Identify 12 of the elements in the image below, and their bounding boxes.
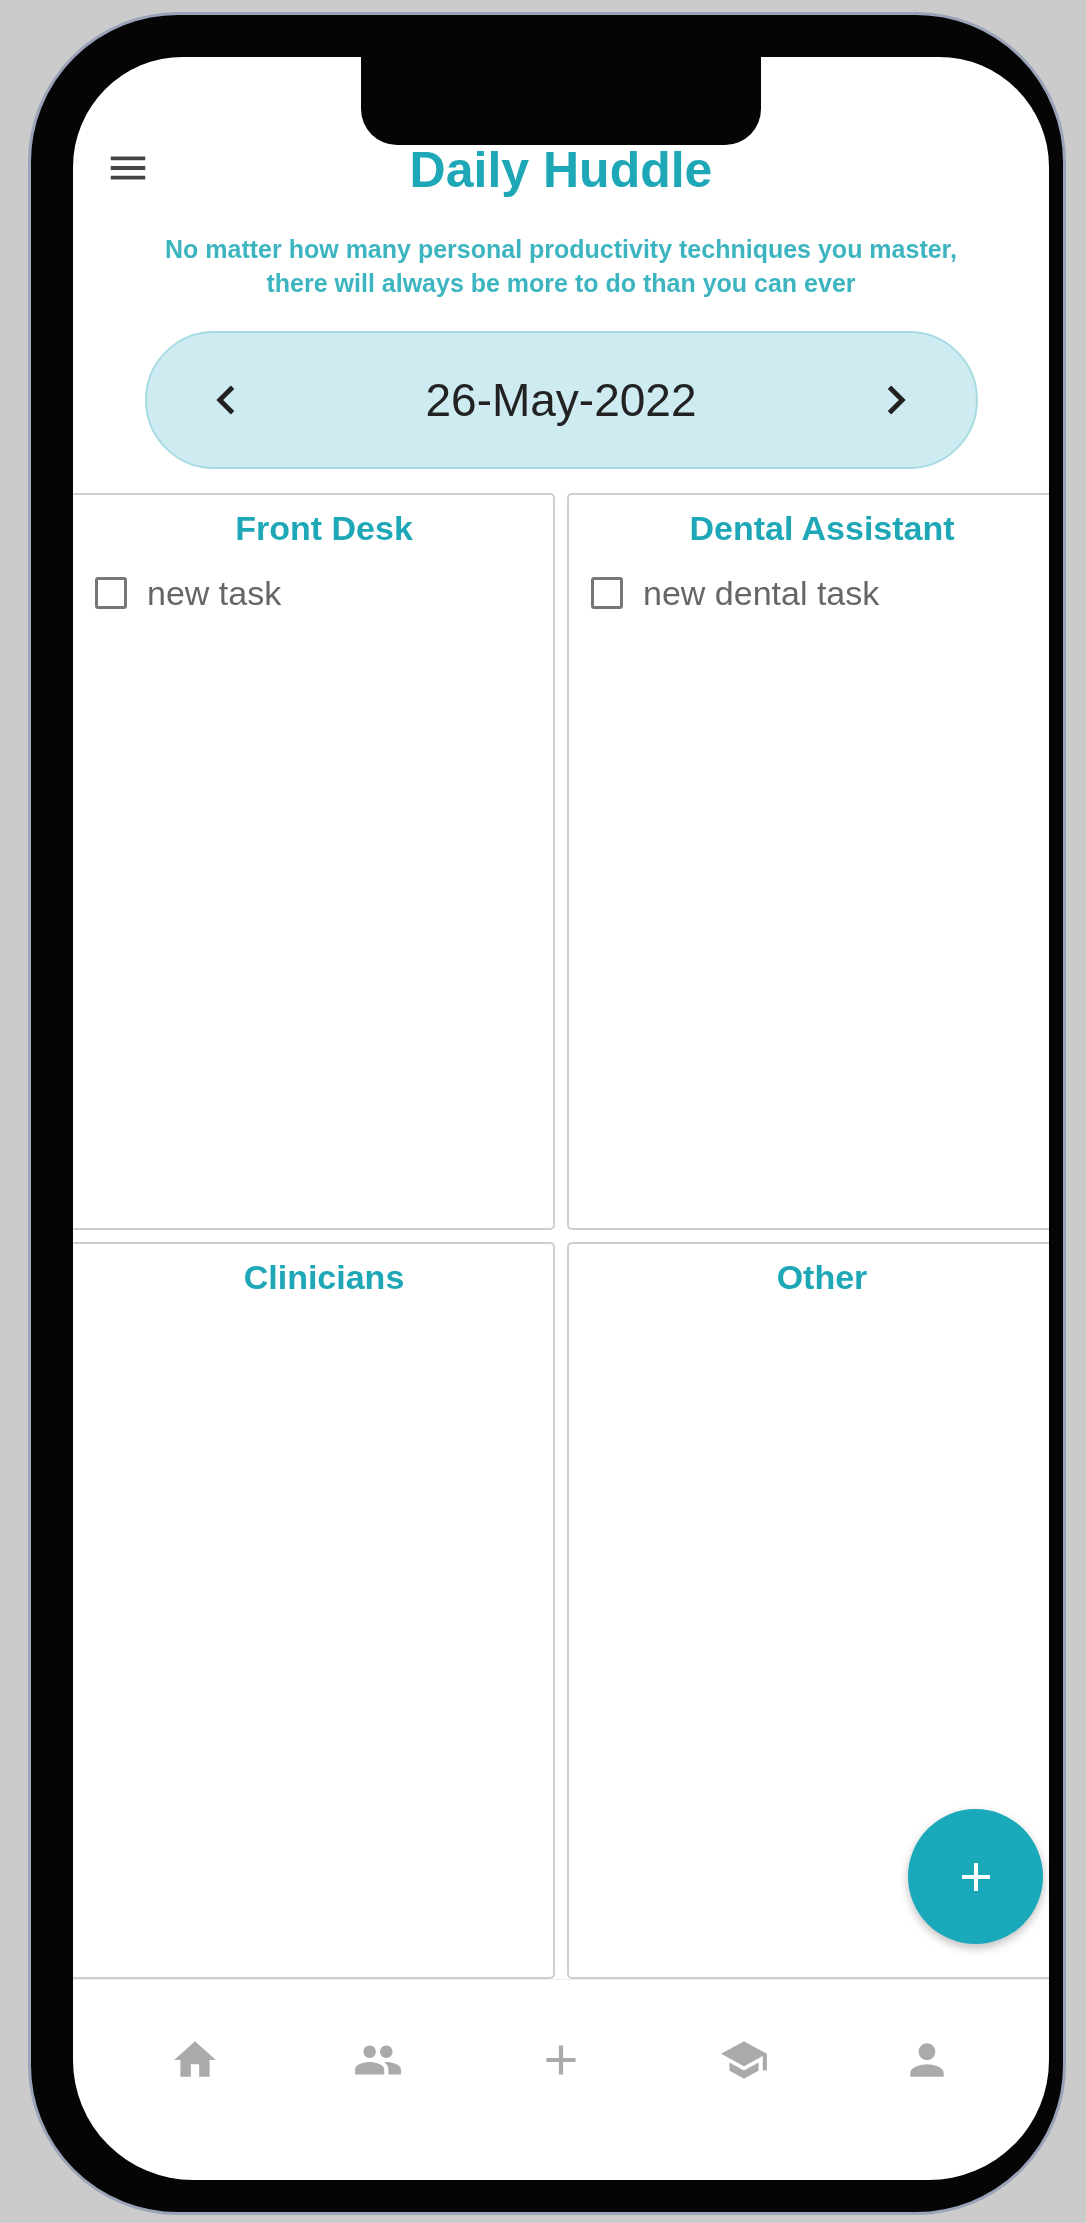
add-button[interactable] <box>908 1809 1043 1944</box>
date-text: 26-May-2022 <box>425 372 697 427</box>
task-label: new task <box>147 573 282 613</box>
task-checkbox[interactable] <box>591 577 623 609</box>
panel-title: Dental Assistant <box>689 507 955 549</box>
task-checkbox[interactable] <box>95 577 127 609</box>
app-title: Daily Huddle <box>409 141 713 199</box>
task-label: new dental task <box>643 573 880 613</box>
panel-title: Other <box>776 1256 868 1298</box>
quote-text: No matter how many personal productivity techniques you master, there will always be more to do than you can ever <box>164 234 958 299</box>
panel-title: Clinicians <box>243 1256 405 1298</box>
panel-title: Front Desk <box>235 507 413 549</box>
